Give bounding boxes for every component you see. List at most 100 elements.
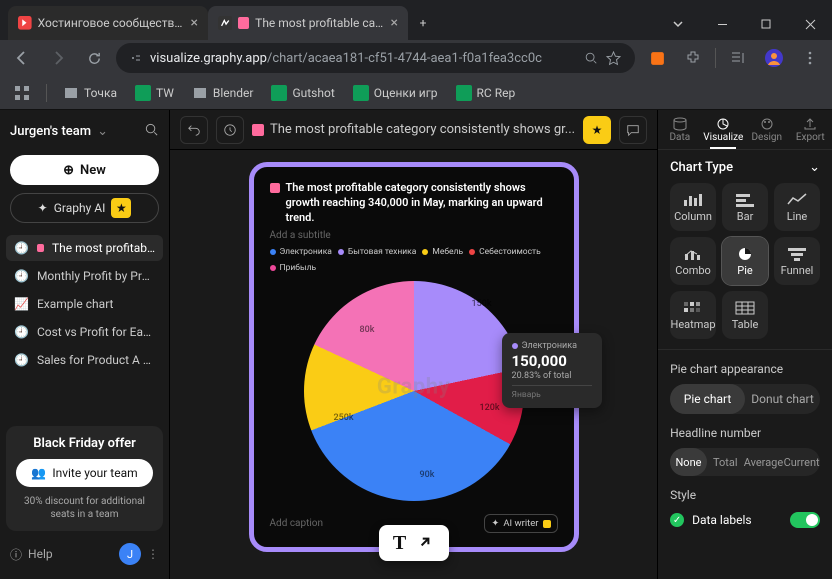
legend-item[interactable]: Себестоимость — [469, 247, 541, 257]
tab-favicon-icon — [218, 15, 232, 31]
legend-label: Мебель — [432, 247, 463, 257]
back-icon[interactable] — [8, 44, 36, 72]
legend-item[interactable]: Прибыль — [270, 263, 317, 273]
tab-design[interactable]: Design — [745, 110, 788, 149]
chart-type-bar[interactable]: Bar — [722, 183, 768, 231]
tab-export[interactable]: Export — [789, 110, 832, 149]
card-title[interactable]: The most profitable category consistentl… — [270, 181, 558, 226]
legend-dot-icon — [338, 249, 344, 255]
data-label: 150k — [471, 299, 491, 309]
star-icon[interactable] — [606, 51, 621, 66]
apps-icon[interactable] — [8, 81, 36, 105]
chart-type-column[interactable]: Column — [670, 183, 716, 231]
bookmark-item[interactable]: RC Rep — [450, 81, 522, 105]
minimize-icon[interactable] — [700, 8, 744, 40]
sidebar-item[interactable]: 🕘Monthly Profit by Produ... — [6, 263, 163, 289]
search-in-page-icon[interactable] — [584, 51, 598, 65]
appearance-donut[interactable]: Donut chart — [745, 384, 820, 414]
tab-label: Export — [796, 132, 825, 143]
close-icon[interactable]: × — [191, 15, 198, 31]
tab-visualize[interactable]: Visualize — [702, 110, 745, 149]
bookmark-item[interactable]: Оценки игр — [347, 81, 444, 105]
chart-type-pie[interactable]: Pie — [722, 237, 768, 285]
new-button[interactable]: ⊕ New — [10, 155, 159, 185]
site-info-icon[interactable] — [130, 52, 142, 64]
chat-icon[interactable] — [619, 116, 647, 144]
reload-icon[interactable] — [80, 44, 108, 72]
subtitle-placeholder[interactable]: Add a subtitle — [270, 230, 558, 241]
help-label[interactable]: Help — [28, 547, 53, 561]
chart-type-table[interactable]: Table — [722, 291, 768, 339]
document-title-chip[interactable]: The most profitable category consistentl… — [252, 122, 575, 137]
legend-item[interactable]: Бытовая техника — [338, 247, 416, 257]
chart-type-funnel[interactable]: Funnel — [774, 237, 820, 285]
close-icon[interactable]: × — [391, 15, 398, 31]
bookmark-item[interactable]: Gutshot — [265, 81, 340, 105]
chart-type-heatmap[interactable]: Heatmap — [670, 291, 716, 339]
maximize-icon[interactable] — [744, 8, 788, 40]
menu-icon[interactable] — [796, 44, 824, 72]
data-labels-label: Data labels — [692, 513, 752, 527]
canvas[interactable]: The most profitable category consistentl… — [170, 150, 657, 579]
chart-card[interactable]: The most profitable category consistentl… — [249, 162, 579, 552]
browser-tab[interactable]: The most profitable catego × — [208, 6, 408, 40]
data-labels-toggle[interactable] — [790, 512, 820, 528]
invite-team-button[interactable]: 👥 Invite your team — [16, 459, 153, 487]
bookmark-item[interactable]: Blender — [186, 81, 260, 105]
appearance-pie[interactable]: Pie chart — [670, 384, 745, 414]
extensions-icon[interactable] — [679, 44, 707, 72]
sidebar-item[interactable]: 🕘The most profitable ... — [6, 235, 163, 261]
history-icon[interactable] — [216, 116, 244, 144]
chart-type-combo[interactable]: Combo — [670, 237, 716, 285]
extension-icon[interactable] — [643, 44, 671, 72]
headline-average[interactable]: Average — [744, 448, 784, 476]
sidebar-item[interactable]: 📈Example chart — [6, 291, 163, 317]
avatar[interactable]: J — [119, 543, 141, 565]
menu-icon[interactable]: ⋮ — [147, 547, 159, 561]
headline-total[interactable]: Total — [707, 448, 744, 476]
profile-icon[interactable] — [760, 44, 788, 72]
url-input[interactable]: visualize.graphy.app/chart/acaea181-cf51… — [116, 43, 635, 73]
headline-none[interactable]: None — [670, 448, 707, 476]
window-titlebar: Хостинговое сообщество «Tim × The most p… — [0, 0, 832, 40]
legend-item[interactable]: Электроника — [270, 247, 332, 257]
team-switcher[interactable]: Jurgen's team ⌄ — [6, 118, 163, 145]
text-tool-icon[interactable]: T — [393, 532, 406, 555]
close-window-icon[interactable] — [788, 8, 832, 40]
chart-icon: 📈 — [14, 297, 29, 311]
pie-chart[interactable]: 150k 80k 250k 90k 120k Graphy Электроник… — [270, 273, 558, 510]
invite-label: Invite your team — [52, 466, 137, 480]
chart-type-line[interactable]: Line — [774, 183, 820, 231]
search-icon[interactable] — [144, 122, 159, 141]
help-icon[interactable]: ⓘ — [10, 546, 22, 563]
bookmark-item[interactable]: Точка — [57, 81, 123, 105]
bookmark-item[interactable]: TW — [129, 81, 180, 105]
sidebar-item-label: Cost vs Profit for Each ... — [37, 325, 155, 339]
sidebar-item[interactable]: 🕘 Cost vs Profit for Each ... — [6, 319, 163, 345]
card-title-text: The most profitable category consistentl… — [286, 181, 558, 226]
tab-data[interactable]: Data — [658, 110, 701, 149]
forward-icon[interactable] — [44, 44, 72, 72]
media-icon[interactable] — [724, 44, 752, 72]
ai-writer-button[interactable]: ✦AI writer — [484, 514, 557, 533]
undo-icon[interactable] — [180, 116, 208, 144]
favorite-button[interactable]: ★ — [583, 116, 611, 144]
section-header[interactable]: Chart Type ⌄ — [670, 160, 820, 175]
chart-type-label: Column — [674, 210, 712, 223]
browser-tab[interactable]: Хостинговое сообщество «Tim × — [8, 6, 208, 40]
tab-favicon-icon — [18, 15, 32, 31]
legend-label: Прибыль — [280, 263, 317, 273]
graphy-ai-button[interactable]: ✦ Graphy AI ★ — [10, 193, 159, 223]
new-tab-button[interactable]: + — [408, 6, 438, 40]
chevron-down-icon[interactable] — [656, 8, 700, 40]
clock-icon: 🕘 — [14, 325, 29, 339]
sidebar-item[interactable]: 🕘Sales for Product A hav... — [6, 347, 163, 373]
chart-type-grid: Column Bar Line Combo Pie Funnel Heatmap… — [670, 183, 820, 339]
data-label: 250k — [334, 413, 354, 423]
tooltip-pct: 20.83% of total — [512, 371, 592, 381]
expand-icon[interactable] — [416, 533, 434, 554]
legend-item[interactable]: Мебель — [422, 247, 463, 257]
new-label: New — [80, 163, 106, 178]
tab-label: Data — [669, 132, 690, 143]
headline-current[interactable]: Current — [783, 448, 820, 476]
